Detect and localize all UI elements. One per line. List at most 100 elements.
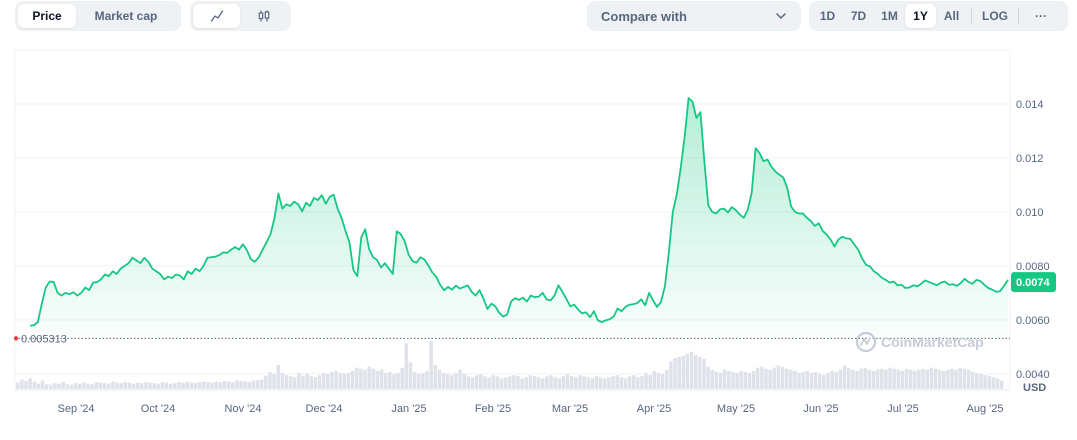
volume-bar bbox=[594, 376, 599, 389]
range-all-button[interactable]: All bbox=[936, 4, 967, 28]
volume-bar bbox=[822, 375, 826, 389]
volume-bar bbox=[462, 374, 466, 389]
volume-bar bbox=[970, 371, 975, 389]
price-marketcap-toggle: Price Market cap bbox=[15, 1, 181, 31]
volume-bar bbox=[371, 368, 376, 389]
volume-bar bbox=[259, 379, 264, 389]
volume-bar bbox=[98, 382, 103, 389]
volume-bar bbox=[884, 369, 888, 389]
volume-bar bbox=[863, 367, 867, 389]
volume-bar bbox=[652, 370, 657, 389]
volume-bar bbox=[793, 370, 797, 389]
volume-bar bbox=[826, 373, 830, 389]
volume-bar bbox=[710, 369, 715, 389]
volume-bar bbox=[354, 367, 359, 389]
volume-bar bbox=[809, 373, 814, 389]
volume-bar bbox=[334, 370, 338, 389]
volume-bar bbox=[185, 381, 190, 389]
volume-bar bbox=[160, 382, 165, 389]
volume-bar bbox=[454, 373, 458, 389]
volume-bar bbox=[202, 381, 206, 389]
volume-bar bbox=[255, 379, 260, 389]
volume-bar bbox=[131, 383, 136, 389]
x-tick-label: Dec '24 bbox=[306, 403, 343, 415]
price-chart: 0.005313 0.00400.00600.00800.0100.0120.0… bbox=[13, 49, 1056, 415]
volume-bar bbox=[483, 376, 487, 389]
volume-bar bbox=[532, 376, 537, 389]
volume-bar bbox=[470, 377, 475, 389]
volume-bar bbox=[342, 374, 347, 389]
volume-bar bbox=[297, 373, 301, 389]
volume-bar bbox=[776, 365, 781, 389]
volume-bar bbox=[747, 373, 752, 389]
volume-bar bbox=[574, 377, 578, 389]
volume-bar bbox=[280, 373, 285, 389]
volume-bar bbox=[123, 382, 128, 389]
range-1d-button[interactable]: 1D bbox=[812, 4, 843, 28]
volume-bar bbox=[598, 377, 603, 389]
volume-bar bbox=[69, 384, 74, 389]
volume-bar bbox=[561, 376, 566, 389]
volume-bar bbox=[491, 375, 495, 389]
x-axis-labels: Sep '24 Oct '24 Nov '24 Dec '24 Jan '25 Feb '… bbox=[58, 403, 1004, 415]
time-range-toggle: 1D 7D 1M 1Y All LOG ··· bbox=[809, 1, 1068, 31]
compare-with-dropdown[interactable]: Compare with bbox=[587, 1, 801, 31]
volume-bar bbox=[73, 383, 78, 389]
volume-bar bbox=[516, 376, 520, 389]
volume-bar bbox=[693, 354, 698, 389]
volume-bar bbox=[718, 373, 723, 389]
volume-bar bbox=[784, 368, 789, 389]
volume-bar bbox=[284, 375, 289, 389]
volume-bar bbox=[24, 381, 28, 389]
volume-bar bbox=[210, 382, 214, 389]
volume-bar bbox=[400, 367, 404, 389]
candlestick-icon bbox=[258, 10, 269, 22]
volume-bar bbox=[536, 377, 541, 389]
volume-bar bbox=[714, 371, 719, 389]
volume-bar bbox=[49, 384, 53, 389]
volume-bar bbox=[503, 377, 508, 389]
y-tick-label: 0.012 bbox=[1016, 153, 1044, 165]
volume-bar bbox=[917, 369, 921, 389]
range-1m-button[interactable]: 1M bbox=[874, 4, 905, 28]
volume-bar bbox=[251, 380, 256, 389]
price-tab[interactable]: Price bbox=[18, 4, 76, 28]
volume-bar bbox=[375, 370, 380, 389]
volume-bar bbox=[644, 373, 648, 389]
range-7d-button[interactable]: 7D bbox=[843, 4, 874, 28]
volume-bar bbox=[102, 383, 107, 389]
volume-bar bbox=[619, 377, 624, 389]
y-tick-label: 0.0040 bbox=[1016, 369, 1050, 381]
volume-bar bbox=[851, 369, 855, 389]
volume-bar bbox=[487, 377, 491, 389]
more-options-button[interactable]: ··· bbox=[1023, 4, 1059, 28]
volume-bar bbox=[144, 382, 148, 389]
x-tick-label: Jul '25 bbox=[887, 403, 918, 415]
volume-bar bbox=[582, 376, 586, 389]
volume-bar bbox=[206, 382, 210, 389]
market-cap-tab[interactable]: Market cap bbox=[76, 4, 176, 28]
candlestick-button[interactable] bbox=[240, 4, 287, 28]
volume-bar bbox=[305, 374, 309, 389]
y-tick-label: 0.0080 bbox=[1016, 261, 1050, 273]
volume-bar bbox=[222, 381, 227, 389]
volume-bar bbox=[607, 377, 611, 389]
volume-bar bbox=[164, 382, 169, 389]
volume-bar bbox=[867, 369, 872, 389]
volume-bar bbox=[148, 382, 152, 389]
volume-bar bbox=[321, 373, 326, 389]
range-1y-button[interactable]: 1Y bbox=[905, 4, 936, 28]
volume-bar bbox=[288, 376, 293, 389]
volume-bar bbox=[317, 375, 322, 389]
line-chart-button[interactable] bbox=[193, 4, 240, 28]
volume-bar bbox=[412, 371, 417, 389]
volume-bar bbox=[367, 366, 371, 389]
log-scale-button[interactable]: LOG bbox=[976, 4, 1014, 28]
volume-bar bbox=[875, 369, 880, 389]
volume-bar bbox=[751, 370, 756, 389]
volume-bar bbox=[338, 373, 342, 389]
volume-bar bbox=[78, 383, 82, 389]
y-axis-labels: 0.0040 0.0060 0.0080 0.010 0.012 0.014 bbox=[1016, 99, 1050, 381]
volume-bar bbox=[524, 377, 529, 389]
volume-bar bbox=[541, 378, 545, 389]
